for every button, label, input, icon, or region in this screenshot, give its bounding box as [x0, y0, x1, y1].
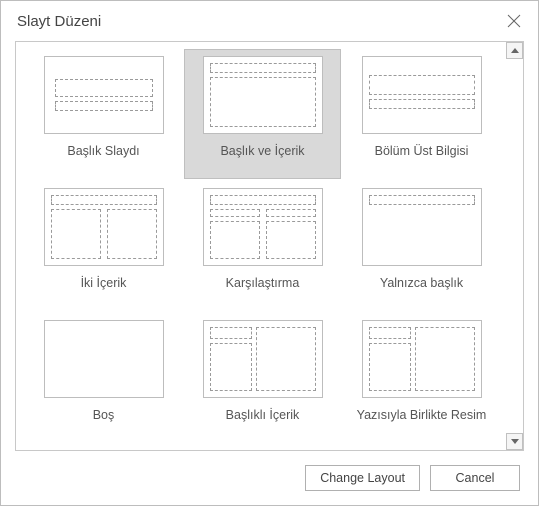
change-layout-button[interactable]: Change Layout: [305, 465, 420, 491]
layout-label: Boş: [93, 408, 115, 422]
layout-thumb: [44, 320, 164, 398]
dialog-title: Slayt Düzeni: [17, 13, 101, 30]
layout-option-picture-caption[interactable]: Yazısıyla Birlikte Resim: [344, 314, 499, 442]
layout-option-blank[interactable]: Boş: [26, 314, 181, 442]
dialog-footer: Change Layout Cancel: [305, 465, 520, 491]
layout-option-section-header[interactable]: Bölüm Üst Bilgisi: [344, 50, 499, 178]
layout-option-title-only[interactable]: Yalnızca başlık: [344, 182, 499, 310]
layout-thumb: [44, 188, 164, 266]
layout-label: Karşılaştırma: [226, 276, 300, 290]
layout-option-comparison[interactable]: Karşılaştırma: [185, 182, 340, 310]
layout-label: Yalnızca başlık: [380, 276, 463, 290]
layout-label: Başlıklı İçerik: [226, 408, 300, 422]
layout-label: Bölüm Üst Bilgisi: [375, 144, 469, 158]
layout-thumb: [362, 320, 482, 398]
layout-option-two-content[interactable]: İki İçerik: [26, 182, 181, 310]
scroll-up-button[interactable]: [506, 42, 523, 59]
layout-option-title-content[interactable]: Başlık ve İçerik: [185, 50, 340, 178]
layout-label: İki İçerik: [81, 276, 127, 290]
layout-thumb: [362, 188, 482, 266]
slide-layout-dialog: Slayt Düzeni Başlık Slaydı: [0, 0, 539, 506]
layout-thumb: [362, 56, 482, 134]
layout-option-content-caption[interactable]: Başlıklı İçerik: [185, 314, 340, 442]
layout-grid: Başlık Slaydı Başlık ve İçerik Bölüm Üst…: [26, 50, 499, 442]
layout-label: Yazısıyla Birlikte Resim: [357, 408, 487, 422]
layout-option-title-slide[interactable]: Başlık Slaydı: [26, 50, 181, 178]
layout-thumb: [44, 56, 164, 134]
layout-label: Başlık Slaydı: [67, 144, 139, 158]
cancel-button[interactable]: Cancel: [430, 465, 520, 491]
layout-thumb: [203, 320, 323, 398]
close-icon[interactable]: [504, 11, 524, 31]
layout-label: Başlık ve İçerik: [220, 144, 304, 158]
layout-list-frame: Başlık Slaydı Başlık ve İçerik Bölüm Üst…: [15, 41, 524, 451]
layout-thumb: [203, 188, 323, 266]
scroll-down-button[interactable]: [506, 433, 523, 450]
layout-thumb: [203, 56, 323, 134]
titlebar: Slayt Düzeni: [1, 1, 538, 37]
